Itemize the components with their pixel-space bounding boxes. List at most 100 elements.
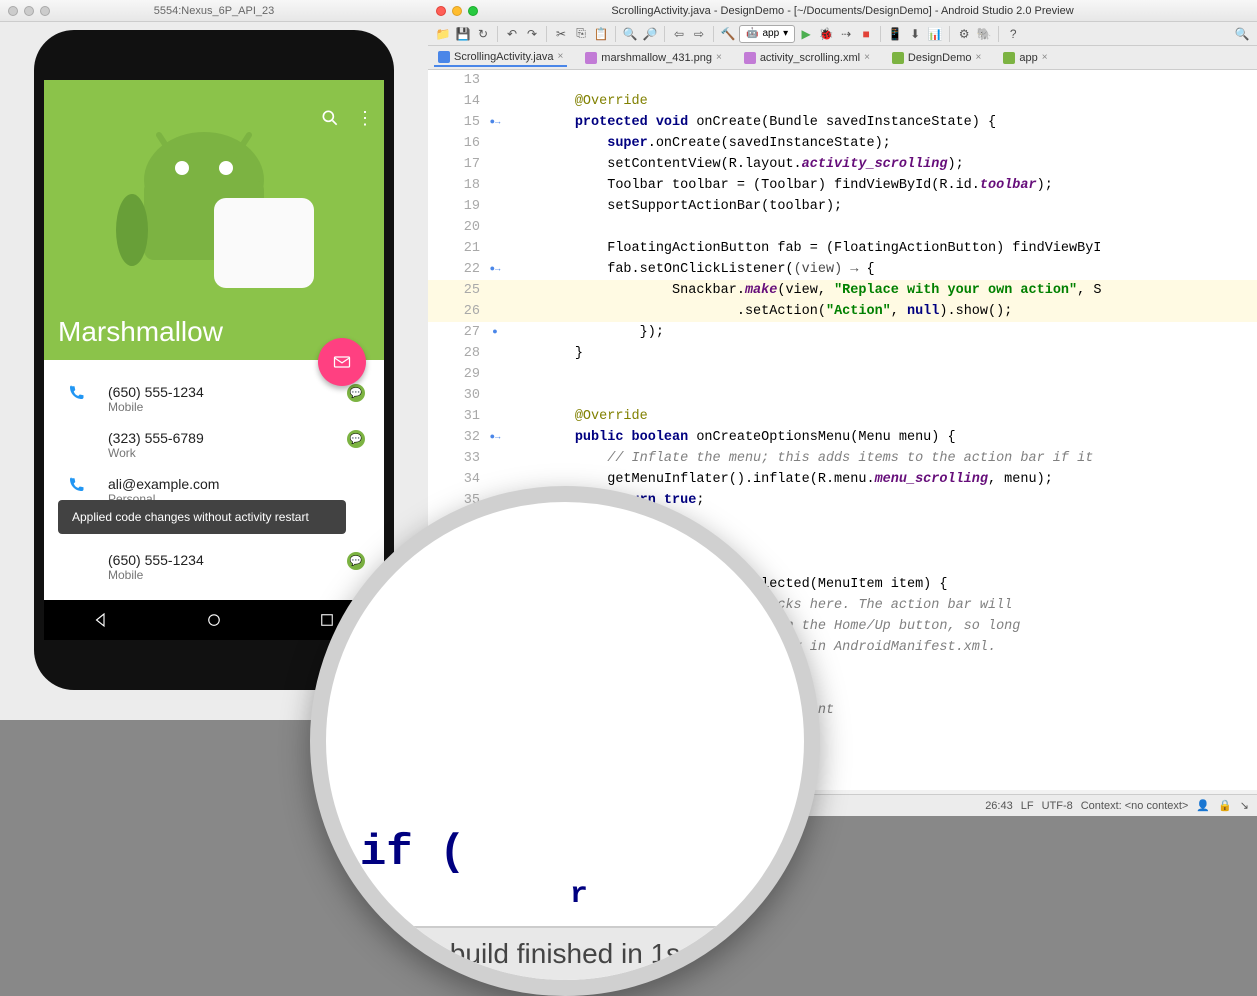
code-line[interactable]: 21 FloatingActionButton fab = (FloatingA…: [428, 238, 1257, 259]
minimize-icon[interactable]: [24, 6, 34, 16]
code-line[interactable]: 13: [428, 70, 1257, 91]
code-line[interactable]: 25 Snackbar.make(view, "Replace with you…: [428, 280, 1257, 301]
code-line[interactable]: 32●→ public boolean onCreateOptionsMenu(…: [428, 427, 1257, 448]
gutter-marker[interactable]: ●→: [480, 112, 510, 133]
line-separator[interactable]: LF: [1021, 800, 1034, 812]
editor-tab[interactable]: marshmallow_431.png×: [581, 50, 726, 66]
gradle-icon[interactable]: 🐘: [975, 25, 993, 43]
gutter-marker[interactable]: [480, 364, 510, 385]
gutter-marker[interactable]: [480, 196, 510, 217]
code-line[interactable]: 17 setContentView(R.layout.activity_scro…: [428, 154, 1257, 175]
gutter-marker[interactable]: [480, 91, 510, 112]
home-button[interactable]: [205, 611, 223, 629]
monitor-icon[interactable]: 📊: [926, 25, 944, 43]
contact-row[interactable]: (323) 555-6789Work💬: [44, 422, 384, 468]
phone-screen[interactable]: 3G ▮◢ ▮ 10:21 ⋮: [44, 80, 384, 640]
close-icon[interactable]: [8, 6, 18, 16]
search-everywhere-icon[interactable]: 🔍: [1233, 25, 1251, 43]
gutter-marker[interactable]: [480, 175, 510, 196]
back-nav-icon[interactable]: ⇦: [670, 25, 688, 43]
zoom-icon[interactable]: [40, 6, 50, 16]
gutter-marker[interactable]: [480, 469, 510, 490]
run-config-selector[interactable]: 🤖 app ▾: [739, 25, 795, 43]
phone-frame: 3G ▮◢ ▮ 10:21 ⋮: [34, 30, 394, 690]
sdk-icon[interactable]: ⬇: [906, 25, 924, 43]
gutter-marker[interactable]: [480, 448, 510, 469]
contact-row[interactable]: (650) 555-1234Mobile💬: [44, 544, 384, 590]
fab-email[interactable]: [318, 338, 366, 386]
attach-icon[interactable]: ⇢: [837, 25, 855, 43]
redo-icon[interactable]: ↷: [523, 25, 541, 43]
forward-nav-icon[interactable]: ⇨: [690, 25, 708, 43]
close-tab-icon[interactable]: ×: [716, 52, 722, 63]
gutter-marker[interactable]: [480, 70, 510, 91]
gutter-marker[interactable]: [480, 301, 510, 322]
sync-icon[interactable]: ↻: [474, 25, 492, 43]
chat-icon[interactable]: 💬: [344, 384, 368, 402]
chat-icon[interactable]: 💬: [344, 552, 368, 570]
close-tab-icon[interactable]: ×: [1042, 52, 1048, 63]
gutter-marker[interactable]: [480, 217, 510, 238]
gutter-marker[interactable]: [480, 343, 510, 364]
replace-icon[interactable]: 🔎: [641, 25, 659, 43]
code-line[interactable]: 20: [428, 217, 1257, 238]
close-tab-icon[interactable]: ×: [557, 51, 563, 62]
code-line[interactable]: 22●→ fab.setOnClickListener((view) → {: [428, 259, 1257, 280]
gutter-marker[interactable]: [480, 133, 510, 154]
stop-icon[interactable]: ■: [857, 25, 875, 43]
code-line[interactable]: 15●→ protected void onCreate(Bundle save…: [428, 112, 1257, 133]
editor-tab[interactable]: app×: [999, 50, 1051, 66]
code-line[interactable]: 28 }: [428, 343, 1257, 364]
code-line[interactable]: 14 @Override: [428, 91, 1257, 112]
code-line[interactable]: 29: [428, 364, 1257, 385]
undo-icon[interactable]: ↶: [503, 25, 521, 43]
code-line[interactable]: 18 Toolbar toolbar = (Toolbar) findViewB…: [428, 175, 1257, 196]
editor-tab[interactable]: activity_scrolling.xml×: [740, 50, 874, 66]
chat-icon[interactable]: 💬: [344, 430, 368, 448]
context-label[interactable]: Context: <no context>: [1081, 800, 1189, 812]
code-line[interactable]: 30: [428, 385, 1257, 406]
debug-icon[interactable]: 🐞: [817, 25, 835, 43]
save-icon[interactable]: 💾: [454, 25, 472, 43]
back-button[interactable]: [92, 611, 110, 629]
run-icon[interactable]: ▶: [797, 25, 815, 43]
copy-icon[interactable]: ⎘: [572, 25, 590, 43]
help-icon[interactable]: ?: [1004, 25, 1022, 43]
editor-tab[interactable]: DesignDemo×: [888, 50, 985, 66]
lock-icon[interactable]: 🔒: [1218, 799, 1232, 812]
zoom-icon[interactable]: [468, 6, 478, 16]
gutter-marker[interactable]: [480, 385, 510, 406]
code-line[interactable]: 16 super.onCreate(savedInstanceState);: [428, 133, 1257, 154]
avd-icon[interactable]: 📱: [886, 25, 904, 43]
hector-icon[interactable]: 👤: [1196, 799, 1210, 812]
gutter-marker[interactable]: [480, 406, 510, 427]
search-icon[interactable]: [320, 108, 340, 129]
gutter-marker[interactable]: [480, 238, 510, 259]
close-icon[interactable]: [436, 6, 446, 16]
paste-icon[interactable]: 📋: [592, 25, 610, 43]
overflow-menu-icon[interactable]: ⋮: [356, 108, 374, 129]
gutter-marker[interactable]: ●→: [480, 259, 510, 280]
editor-tab[interactable]: ScrollingActivity.java×: [434, 49, 567, 67]
minimize-icon[interactable]: [452, 6, 462, 16]
gutter-marker[interactable]: ●: [480, 322, 510, 343]
gutter-marker[interactable]: ●→: [480, 427, 510, 448]
cut-icon[interactable]: ✂: [552, 25, 570, 43]
code-line[interactable]: 27● });: [428, 322, 1257, 343]
structure-icon[interactable]: ⚙: [955, 25, 973, 43]
recent-button[interactable]: [318, 611, 336, 629]
close-tab-icon[interactable]: ×: [864, 52, 870, 63]
code-line[interactable]: 31 @Override: [428, 406, 1257, 427]
find-icon[interactable]: 🔍: [621, 25, 639, 43]
goto-icon[interactable]: ↘: [1240, 799, 1249, 812]
gutter-marker[interactable]: [480, 154, 510, 175]
gutter-marker[interactable]: [480, 280, 510, 301]
close-tab-icon[interactable]: ×: [976, 52, 982, 63]
build-icon[interactable]: 🔨: [719, 25, 737, 43]
open-icon[interactable]: 📁: [434, 25, 452, 43]
code-line[interactable]: 19 setSupportActionBar(toolbar);: [428, 196, 1257, 217]
code-line[interactable]: 33 // Inflate the menu; this adds items …: [428, 448, 1257, 469]
file-encoding[interactable]: UTF-8: [1042, 800, 1073, 812]
code-line[interactable]: 26 .setAction("Action", null).show();: [428, 301, 1257, 322]
contact-type: Work: [108, 446, 344, 460]
